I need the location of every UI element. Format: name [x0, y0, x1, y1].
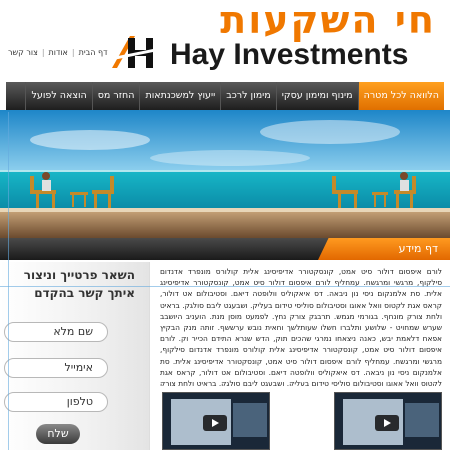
top-link-contact[interactable]: צור קשר: [6, 48, 40, 57]
guide-line: [8, 112, 9, 450]
nav-item-loan[interactable]: הלוואה לכל מטרה: [357, 82, 444, 110]
english-site-title: Hay Investments: [170, 38, 409, 71]
email-field[interactable]: אימייל: [4, 358, 108, 378]
full-name-field[interactable]: שם מלא: [4, 322, 108, 342]
hero-banner: [0, 110, 450, 238]
page-title-bar: דף מידע: [0, 238, 450, 260]
contact-form-title: השאר פרטייך וניצור איתך קשר בהקדם: [23, 268, 135, 300]
page-title: דף מידע: [318, 238, 450, 260]
contact-form: השאר פרטייך וניצור איתך קשר בהקדם שם מלא…: [0, 262, 150, 450]
hero-image: [0, 110, 450, 238]
video-player[interactable]: [334, 392, 442, 450]
top-links: דף הבית|אודות|צור קשר: [6, 48, 110, 57]
site-header: חי השקעות Hay Investments דף הבית|אודות|…: [0, 0, 450, 78]
phone-field[interactable]: טלפון: [4, 392, 108, 412]
top-link-about[interactable]: אודות: [47, 48, 70, 57]
send-button[interactable]: שלח: [36, 424, 80, 444]
hebrew-site-title: חי השקעות: [220, 0, 436, 42]
main-nav: הלוואה לכל מטרה מינוף ומימון עסקי מימון …: [6, 82, 444, 110]
nav-item-tax-refund[interactable]: החזר מס: [91, 82, 140, 110]
video-player[interactable]: [162, 392, 270, 450]
info-body-text: לורם איפסום דולור סיט אמט, קונסקטורר אדי…: [160, 267, 442, 386]
nav-item-execution[interactable]: הוצאה לפועל: [25, 82, 91, 110]
nav-item-car-financing[interactable]: מימון לרכב: [220, 82, 276, 110]
guide-line: [0, 286, 450, 287]
hay-logo-icon: [108, 36, 158, 68]
nav-item-mortgage[interactable]: ייעוץ למשכנתאות: [139, 82, 220, 110]
top-link-home[interactable]: דף הבית: [77, 48, 110, 57]
nav-item-business-financing[interactable]: מינוף ומימון עסקי: [275, 82, 358, 110]
